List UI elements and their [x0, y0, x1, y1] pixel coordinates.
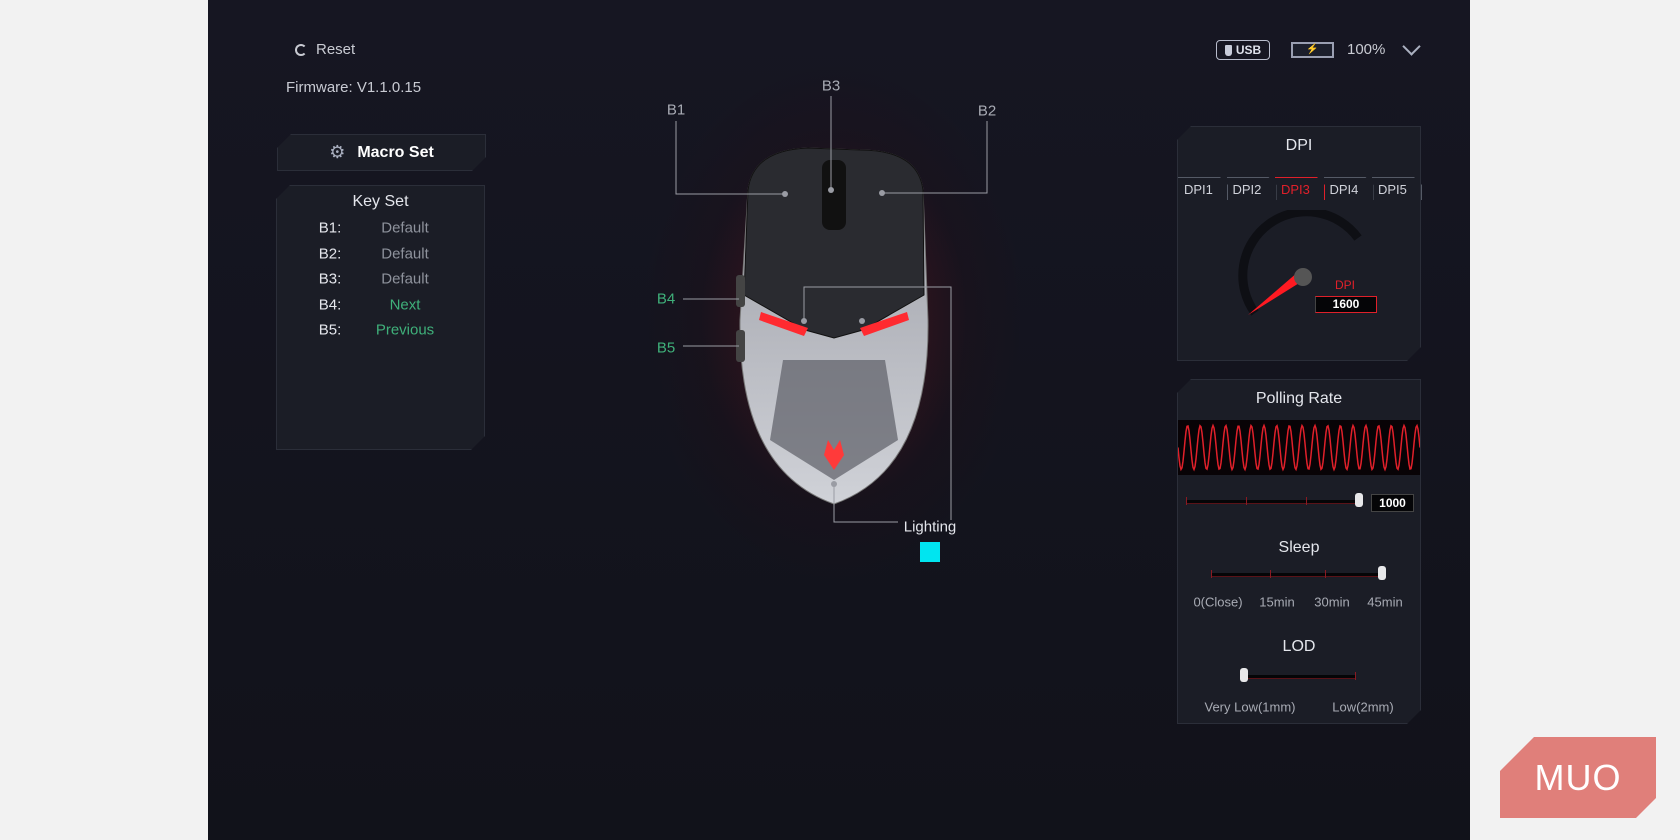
sleep-option[interactable]: 15min — [1259, 595, 1294, 610]
polling-slider[interactable] — [1186, 493, 1363, 507]
dpi-tab-4[interactable]: DPI4 — [1324, 177, 1374, 200]
sleep-title: Sleep — [1278, 539, 1320, 556]
dpi-gauge — [1238, 210, 1362, 316]
label-b3[interactable]: B3 — [822, 78, 840, 95]
dpi-tab-5[interactable]: DPI5 — [1372, 177, 1422, 200]
scroll-wheel[interactable] — [822, 160, 846, 230]
dpi-tab-2[interactable]: DPI2 — [1227, 177, 1277, 200]
lod-option[interactable]: Very Low(1mm) — [1204, 700, 1295, 715]
dpi-title: DPI — [1285, 137, 1313, 154]
connection-label: USB — [1235, 43, 1262, 57]
dpi-value[interactable]: 1600 — [1315, 296, 1377, 313]
sleep-slider[interactable] — [1211, 566, 1386, 580]
waveform-line — [1178, 423, 1420, 472]
polling-slider-thumb[interactable] — [1355, 493, 1363, 507]
sleep-slider-thumb[interactable] — [1378, 566, 1386, 580]
sleep-option[interactable]: 45min — [1367, 595, 1402, 610]
lod-slider-thumb[interactable] — [1240, 668, 1248, 682]
gauge-hub — [1294, 268, 1312, 286]
muo-watermark: MUO — [1500, 737, 1656, 818]
polling-waveform — [1178, 420, 1420, 475]
lod-title: LOD — [1282, 638, 1316, 655]
mouse-settings-app: Reset Firmware: V1.1.0.15 ⚙ Macro Set Ke… — [208, 0, 1470, 840]
lod-slider[interactable] — [1240, 668, 1356, 682]
lighting-label: Lighting — [903, 518, 957, 536]
side-button-b4[interactable] — [736, 275, 745, 307]
dpi-tab-3[interactable]: DPI3 — [1275, 177, 1325, 200]
polling-title: Polling Rate — [1255, 390, 1343, 407]
battery-percent: 100% — [1347, 41, 1386, 58]
mouse-body — [736, 147, 929, 505]
dpi-tab-1[interactable]: DPI1 — [1178, 177, 1228, 200]
label-b4[interactable]: B4 — [657, 291, 675, 308]
label-b5[interactable]: B5 — [657, 340, 675, 357]
lighting-color-swatch[interactable] — [920, 542, 940, 562]
usb-icon — [1224, 44, 1232, 56]
label-b1[interactable]: B1 — [667, 102, 685, 119]
label-b2[interactable]: B2 — [978, 103, 996, 120]
polling-value[interactable]: 1000 — [1371, 494, 1414, 512]
lod-option[interactable]: Low(2mm) — [1332, 700, 1393, 715]
battery-charging-icon: ⚡ — [1291, 42, 1334, 58]
connection-badge: USB — [1216, 40, 1270, 60]
dpi-gauge-label: DPI — [1334, 278, 1356, 292]
sleep-option[interactable]: 30min — [1314, 595, 1349, 610]
sleep-option[interactable]: 0(Close) — [1193, 595, 1242, 610]
